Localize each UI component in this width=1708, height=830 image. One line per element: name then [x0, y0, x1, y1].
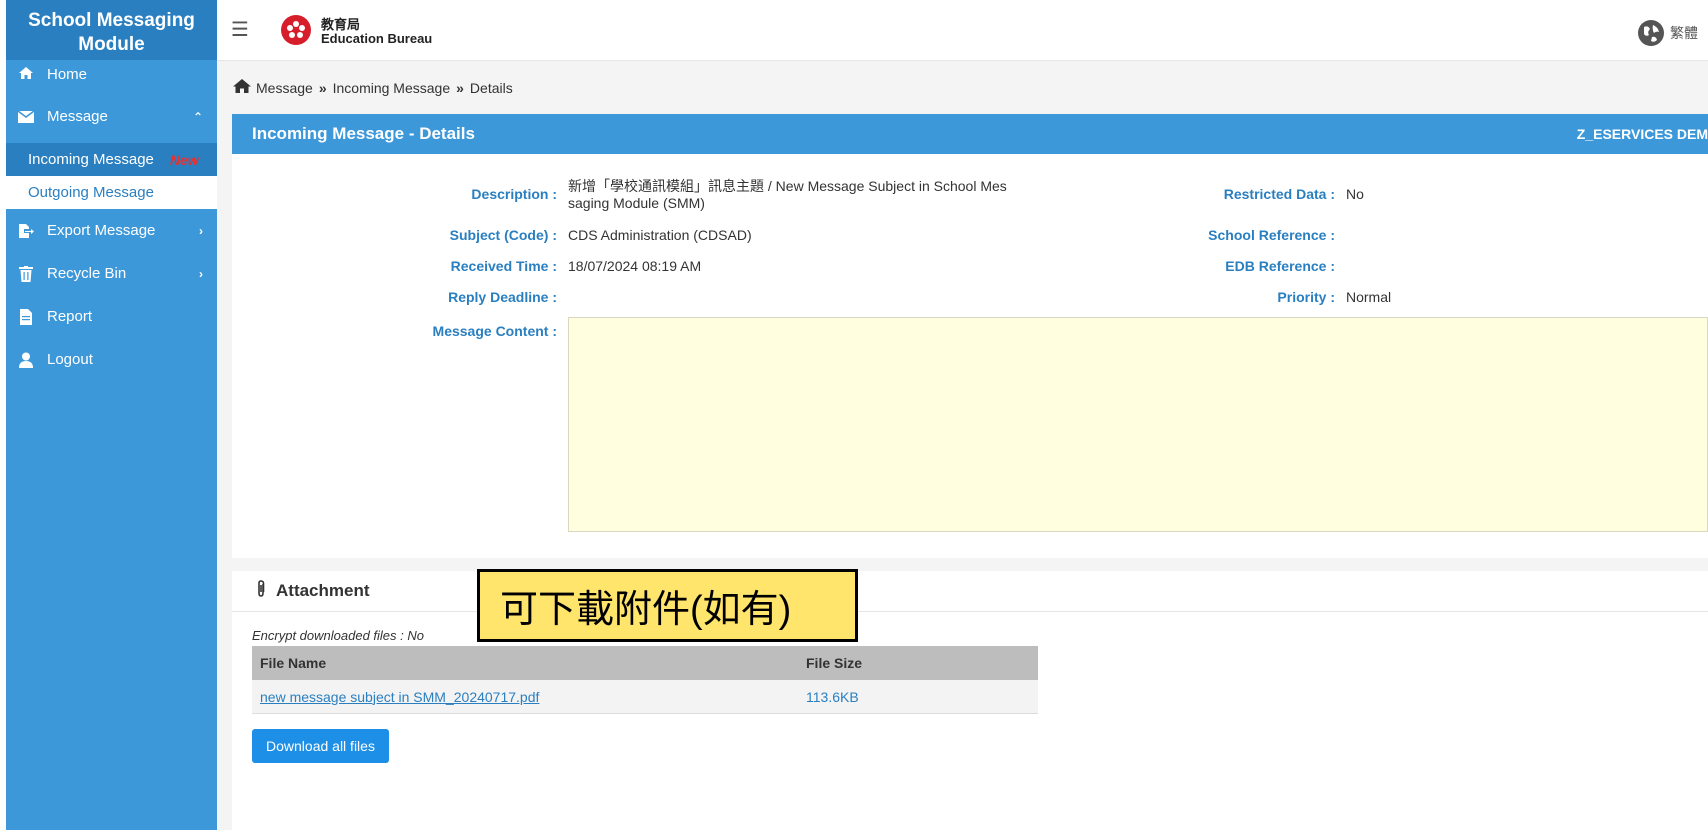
column-header-file-size: File Size: [798, 646, 1038, 680]
breadcrumb-item: Details: [469, 79, 513, 96]
attachment-panel: Attachment Encrypt downloaded files : No…: [232, 571, 1708, 830]
sidebar-item-export-message[interactable]: Export Message ›: [6, 209, 217, 252]
top-bar: ☰ 教育局 Education Bureau 繁體: [217, 0, 1708, 61]
details-panel: Incoming Message - Details Z_ESERVICES D…: [232, 114, 1708, 558]
paperclip-icon: [256, 579, 266, 603]
sidebar-item-label: Logout: [47, 351, 93, 368]
trash-icon: [18, 265, 34, 282]
breadcrumb-item[interactable]: Message: [256, 80, 313, 96]
breadcrumb-item[interactable]: Incoming Message: [333, 80, 451, 96]
sidebar-subitem-outgoing-message[interactable]: Outgoing Message: [6, 176, 217, 209]
logo-text-chinese: 教育局: [321, 17, 361, 32]
app-title: School Messaging Module: [6, 0, 217, 60]
reply-deadline-label: Reply Deadline :: [448, 289, 557, 305]
sidebar-item-report[interactable]: Report: [6, 295, 217, 338]
logo-text-english: Education Bureau: [321, 31, 433, 46]
sidebar-item-recycle-bin[interactable]: Recycle Bin ›: [6, 252, 217, 295]
school-code: Z_ESERVICES DEM: [1576, 126, 1708, 142]
priority-label: Priority :: [1277, 289, 1335, 305]
app-title-line1: School Messaging: [28, 10, 195, 31]
edb-reference-label: EDB Reference :: [1225, 258, 1335, 274]
column-header-file-name: File Name: [252, 646, 798, 680]
envelope-icon: [18, 110, 34, 123]
panel-header: Incoming Message - Details Z_ESERVICES D…: [232, 114, 1708, 154]
download-all-button[interactable]: Download all files: [252, 729, 389, 763]
sidebar-item-label: Recycle Bin: [47, 265, 127, 282]
description-line: saging Module (SMM): [568, 195, 705, 211]
sidebar-item-message[interactable]: Message ⌃: [6, 90, 217, 143]
sidebar-item-label: Message: [47, 108, 108, 125]
table-row: new message subject in SMM_20240717.pdf …: [252, 680, 1038, 714]
double-chevron-icon: »: [318, 79, 327, 96]
description-line: 新增「學校通訊模組」訊息主題 / New Message Subject in …: [568, 178, 1007, 194]
attachment-table: File Name File Size new message subject …: [252, 646, 1038, 714]
priority-value: Normal: [1346, 289, 1392, 305]
restricted-data-label: Restricted Data :: [1223, 186, 1335, 202]
sidebar-item-label: Home: [47, 66, 88, 83]
user-icon: [18, 352, 34, 368]
message-content-box[interactable]: [568, 317, 1708, 532]
attachment-title: Attachment: [276, 581, 370, 600]
received-time-label: Received Time :: [450, 258, 557, 274]
annotation-callout: 可下載附件(如有): [477, 569, 858, 642]
sidebar-subitem-incoming-message[interactable]: Incoming Message New: [6, 143, 217, 176]
new-badge: New: [169, 151, 199, 168]
subject-code-value: CDS Administration (CDSAD): [568, 227, 752, 243]
language-switch[interactable]: 繁體: [1638, 20, 1698, 46]
sidebar-subitem-label: Outgoing Message: [28, 184, 154, 201]
double-chevron-icon: »: [456, 79, 464, 96]
panel-title: Incoming Message - Details: [252, 124, 475, 143]
breadcrumb: Message » Incoming Message » Details: [232, 78, 513, 97]
chevron-right-icon: ›: [199, 266, 203, 281]
message-content-label: Message Content :: [432, 323, 557, 339]
received-time-value: 18/07/2024 08:19 AM: [568, 258, 702, 274]
restricted-data-value: No: [1346, 186, 1364, 202]
edb-logo-icon: [281, 15, 311, 45]
home-icon[interactable]: [232, 78, 252, 97]
attachment-header: Attachment: [232, 571, 1708, 612]
table-header-row: File Name File Size: [252, 646, 1038, 680]
sidebar-item-label: Report: [47, 308, 93, 325]
school-reference-label: School Reference :: [1208, 227, 1335, 243]
edb-logo-text: 教育局 Education Bureau: [321, 18, 432, 46]
file-download-link[interactable]: new message subject in SMM_20240717.pdf: [260, 689, 539, 705]
chevron-right-icon: ›: [199, 223, 203, 238]
chevron-up-icon: ⌃: [192, 109, 203, 124]
home-icon: [18, 66, 34, 80]
description-value: 新增「學校通訊模組」訊息主題 / New Message Subject in …: [568, 178, 1007, 212]
globe-icon: [1638, 20, 1664, 46]
language-label: 繁體: [1670, 25, 1698, 41]
sidebar-item-label: Export Message: [47, 222, 156, 239]
subject-code-label: Subject (Code) :: [449, 227, 557, 243]
menu-toggle-icon[interactable]: ☰: [231, 20, 249, 40]
app-title-line2: Module: [78, 34, 145, 55]
sidebar-subitem-label: Incoming Message: [28, 151, 154, 168]
export-icon: [18, 223, 34, 239]
file-size: 113.6KB: [798, 680, 1038, 714]
encrypt-status: Encrypt downloaded files : No: [252, 628, 424, 643]
sidebar: School Messaging Module Home Message ⌃ I…: [6, 0, 217, 830]
description-label: Description :: [471, 186, 557, 202]
sidebar-item-logout[interactable]: Logout: [6, 338, 217, 381]
document-icon: [18, 308, 34, 325]
sidebar-item-home[interactable]: Home: [6, 60, 217, 90]
